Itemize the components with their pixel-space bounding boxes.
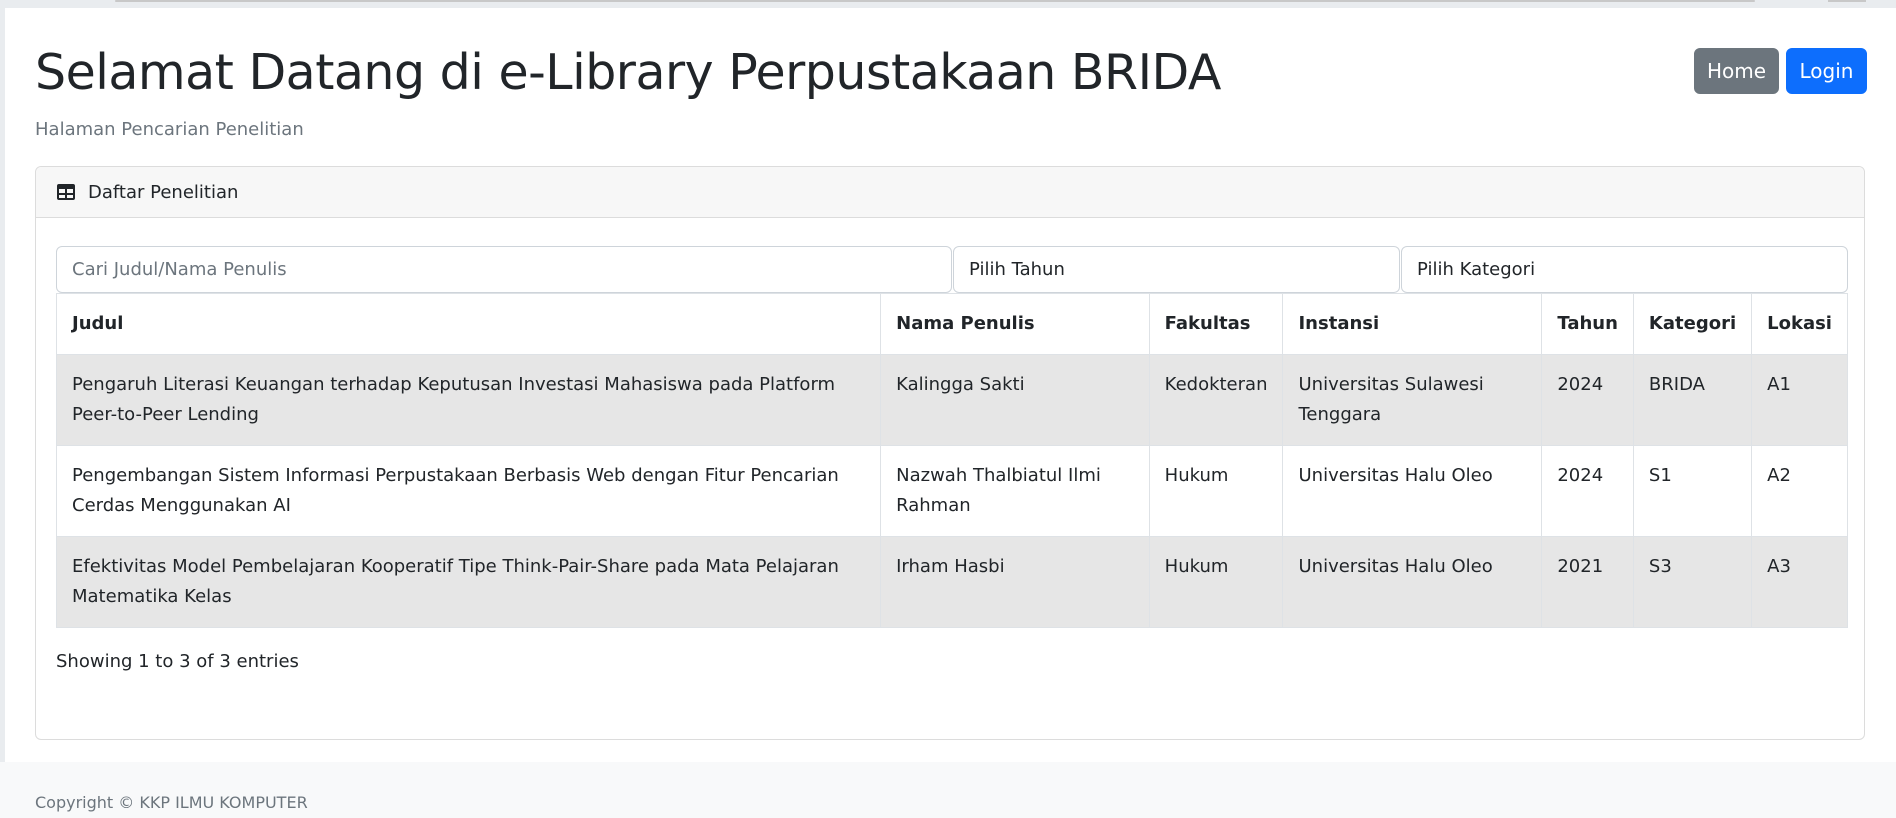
cell-kategori: S1 [1632, 445, 1753, 537]
cell-kategori: S3 [1632, 536, 1753, 628]
cell-judul: Pengaruh Literasi Keuangan terhadap Kepu… [55, 354, 882, 446]
cell-nama-penulis: Irham Hasbi [880, 536, 1150, 628]
table-row[interactable]: Pengaruh Literasi Keuangan terhadap Kepu… [55, 354, 1848, 446]
cell-lokasi: A3 [1751, 536, 1848, 628]
cell-nama-penulis: Nazwah Thalbiatul Ilmi Rahman [880, 445, 1150, 537]
column-header-nama-penulis[interactable]: Nama Penulis [880, 293, 1150, 355]
cell-lokasi: A2 [1751, 445, 1848, 537]
cell-instansi: Universitas Halu Oleo [1282, 445, 1543, 537]
page-container: Selamat Datang di e-Library Perpustakaan… [5, 8, 1896, 762]
research-list-card: Daftar Penelitian Cari Judul/Nama Penuli… [35, 166, 1865, 740]
cell-lokasi: A1 [1751, 354, 1848, 446]
cell-fakultas: Hukum [1148, 445, 1284, 537]
year-select[interactable]: Pilih Tahun [953, 246, 1400, 293]
cell-fakultas: Kedokteran [1148, 354, 1284, 446]
column-header-instansi[interactable]: Instansi [1282, 293, 1543, 355]
cell-tahun: 2021 [1541, 536, 1634, 628]
column-header-judul[interactable]: Judul [55, 293, 882, 355]
column-header-tahun[interactable]: Tahun [1541, 293, 1634, 355]
browser-top-strip [0, 0, 1896, 8]
cell-tahun: 2024 [1541, 445, 1634, 537]
column-header-fakultas[interactable]: Fakultas [1148, 293, 1284, 355]
search-input[interactable]: Cari Judul/Nama Penulis [56, 246, 952, 293]
research-table: Judul Nama Penulis Fakultas Instansi Tah… [55, 293, 1848, 628]
table-row[interactable]: Pengembangan Sistem Informasi Perpustaka… [55, 445, 1848, 537]
cell-kategori: BRIDA [1632, 354, 1753, 446]
scroll-indicator [115, 0, 1755, 2]
cell-tahun: 2024 [1541, 354, 1634, 446]
cell-nama-penulis: Kalingga Sakti [880, 354, 1150, 446]
table-info: Showing 1 to 3 of 3 entries [56, 651, 299, 672]
column-header-lokasi[interactable]: Lokasi [1751, 293, 1848, 355]
copyright-text: Copyright © KKP ILMU KOMPUTER [35, 793, 308, 812]
footer: Copyright © KKP ILMU KOMPUTER [0, 762, 1896, 818]
table-row[interactable]: Efektivitas Model Pembelajaran Kooperati… [55, 536, 1848, 628]
column-header-kategori[interactable]: Kategori [1632, 293, 1753, 355]
cell-instansi: Universitas Halu Oleo [1282, 536, 1543, 628]
page-title: Selamat Datang di e-Library Perpustakaan… [35, 44, 1221, 101]
home-button[interactable]: Home [1694, 48, 1779, 94]
scroll-nub [1828, 0, 1866, 2]
page-subtitle: Halaman Pencarian Penelitian [35, 119, 304, 140]
cell-judul: Pengembangan Sistem Informasi Perpustaka… [55, 445, 882, 537]
table-header-row: Judul Nama Penulis Fakultas Instansi Tah… [55, 293, 1848, 355]
category-select[interactable]: Pilih Kategori [1401, 246, 1848, 293]
login-button[interactable]: Login [1786, 48, 1867, 94]
card-title: Daftar Penelitian [88, 181, 239, 203]
cell-judul: Efektivitas Model Pembelajaran Kooperati… [55, 536, 882, 628]
table-icon [56, 183, 76, 201]
cell-instansi: Universitas Sulawesi Tenggara [1282, 354, 1543, 446]
cell-fakultas: Hukum [1148, 536, 1284, 628]
card-header: Daftar Penelitian [36, 167, 1864, 218]
